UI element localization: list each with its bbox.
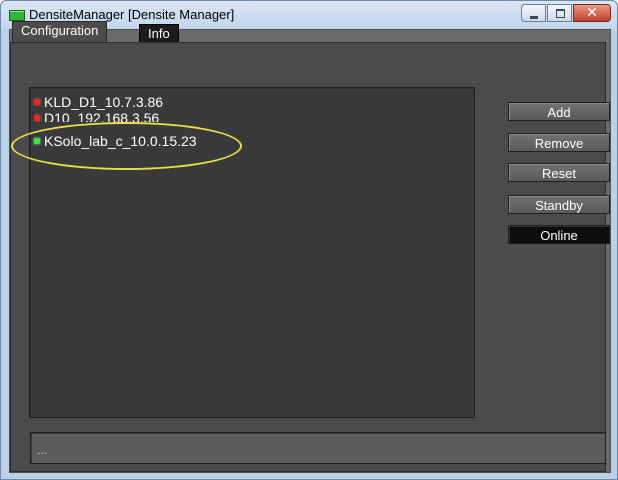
online-button[interactable]: Online: [508, 225, 610, 244]
remove-button[interactable]: Remove: [508, 133, 610, 152]
standby-button[interactable]: Standby: [508, 195, 610, 214]
device-label: D10_192.168.3.56: [44, 110, 160, 122]
reset-button[interactable]: Reset: [508, 163, 610, 182]
close-icon: ✕: [586, 5, 598, 21]
maximize-button[interactable]: [547, 4, 572, 22]
list-item[interactable]: D10_192.168.3.56: [34, 110, 159, 122]
add-button[interactable]: Add: [508, 102, 610, 121]
window-title: DensiteManager [Densite Manager]: [29, 7, 235, 22]
list-item[interactable]: KLD_D1_10.7.3.86: [34, 94, 163, 110]
device-list[interactable]: KLD_D1_10.7.3.86 D10_192.168.3.56 KSolo_…: [29, 87, 475, 418]
minimize-button[interactable]: [521, 4, 546, 22]
tab-configuration[interactable]: Configuration: [12, 21, 108, 42]
minimize-icon: [530, 16, 538, 19]
status-red-icon: [34, 99, 40, 105]
device-label: KSolo_lab_c_10.0.15.23: [44, 133, 197, 149]
maximize-icon: [556, 9, 565, 18]
status-bar: ...: [30, 432, 606, 464]
list-item[interactable]: KSolo_lab_c_10.0.15.23: [34, 133, 197, 149]
device-label: KLD_D1_10.7.3.86: [44, 94, 164, 110]
status-text: ...: [37, 443, 48, 457]
tab-info[interactable]: Info: [139, 24, 179, 42]
app-status-icon: [9, 10, 25, 21]
caption-buttons: ✕: [521, 4, 611, 24]
status-green-icon: [34, 138, 40, 144]
status-red-icon: [34, 115, 40, 121]
close-button[interactable]: ✕: [573, 4, 611, 22]
